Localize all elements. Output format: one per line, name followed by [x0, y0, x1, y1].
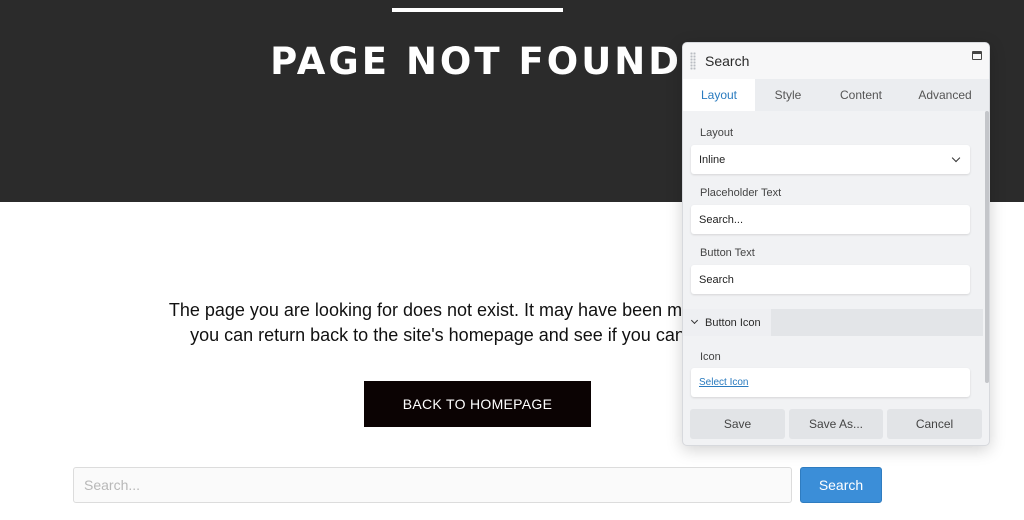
- layout-label: Layout: [700, 127, 734, 139]
- section-title: Button Icon: [705, 317, 761, 329]
- panel-scrollbar[interactable]: [985, 111, 989, 383]
- search-input[interactable]: [73, 467, 792, 503]
- placeholder-text-label: Placeholder Text: [700, 187, 782, 199]
- search-button[interactable]: Search: [800, 467, 882, 503]
- maximize-icon[interactable]: [972, 51, 982, 60]
- panel-footer: Save Save As... Cancel: [683, 407, 989, 445]
- tab-content[interactable]: Content: [821, 79, 901, 111]
- chevron-down-icon: [951, 153, 961, 163]
- tab-style[interactable]: Style: [755, 79, 821, 111]
- button-text-label: Button Text: [700, 247, 755, 259]
- panel-header[interactable]: Search: [683, 43, 989, 79]
- placeholder-text-field[interactable]: Search...: [691, 205, 970, 234]
- panel-body: Layout Inline Placeholder Text Search...…: [683, 111, 983, 407]
- icon-label: Icon: [700, 351, 721, 363]
- button-icon-section-header[interactable]: Button Icon: [683, 309, 983, 336]
- panel-title: Search: [705, 53, 750, 69]
- panel-tabs: Layout Style Content Advanced: [683, 79, 989, 111]
- search-settings-panel: Search Layout Style Content Advanced Lay…: [682, 42, 990, 446]
- save-button[interactable]: Save: [690, 409, 785, 439]
- hero-divider: [392, 8, 563, 12]
- drag-handle-icon[interactable]: [690, 52, 696, 70]
- chevron-down-icon: [690, 316, 699, 325]
- back-to-homepage-button[interactable]: BACK TO HOMEPAGE: [364, 381, 591, 427]
- save-as-button[interactable]: Save As...: [789, 409, 883, 439]
- page: PAGE NOT FOUND The page you are looking …: [0, 0, 1024, 520]
- button-text-field[interactable]: Search: [691, 265, 970, 294]
- tab-advanced[interactable]: Advanced: [901, 79, 989, 111]
- tab-layout[interactable]: Layout: [683, 79, 755, 111]
- select-icon-link[interactable]: Select Icon: [699, 377, 748, 388]
- layout-select-value: Inline: [699, 153, 726, 166]
- section-tab[interactable]: Button Icon: [683, 309, 771, 336]
- icon-field: Select Icon: [691, 368, 970, 397]
- cancel-button[interactable]: Cancel: [887, 409, 982, 439]
- layout-select[interactable]: Inline: [691, 145, 970, 174]
